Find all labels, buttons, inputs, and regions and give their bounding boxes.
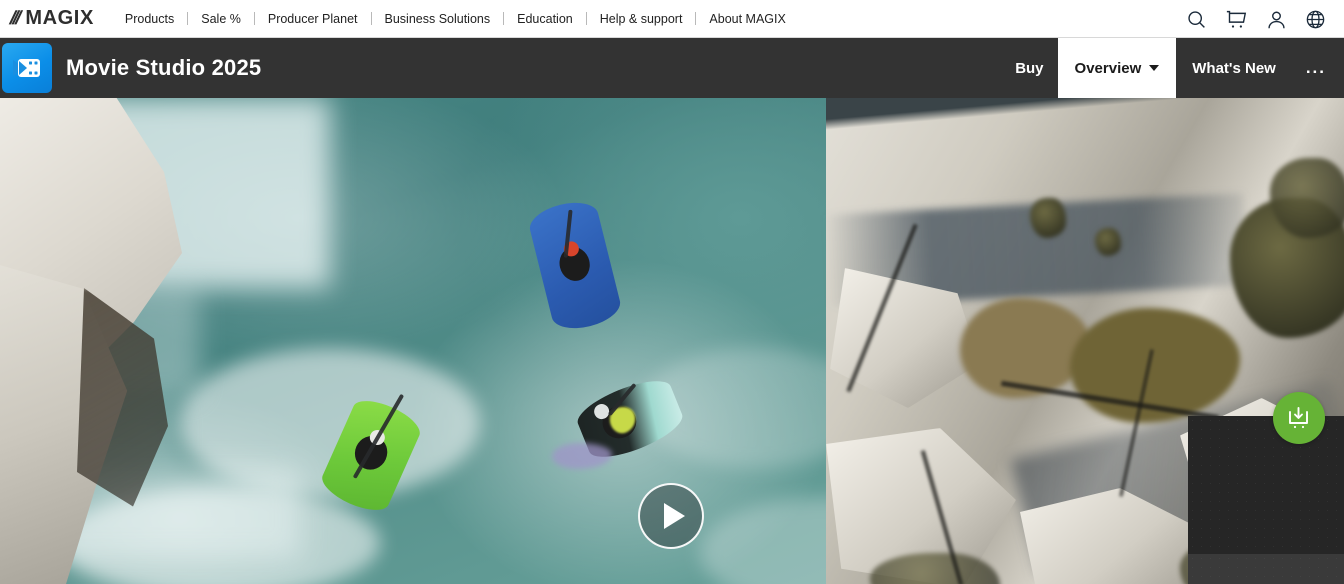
top-utility-bar: /// MAGIX Products Sale % Producer Plane… xyxy=(0,0,1344,38)
buy-button[interactable]: Buy xyxy=(999,38,1057,98)
product-header-bar: Movie Studio 2025 Buy Overview What's Ne… xyxy=(0,38,1344,98)
tab-overview-label: Overview xyxy=(1074,59,1142,77)
search-icon[interactable] xyxy=(1186,9,1207,30)
logo-wordmark: MAGIX xyxy=(25,7,94,29)
nav-item-education[interactable]: Education xyxy=(504,0,586,38)
floating-add-to-cart-button[interactable] xyxy=(1273,392,1325,444)
nav-item-products[interactable]: Products xyxy=(112,0,187,38)
vegetation xyxy=(1030,198,1066,238)
magix-logo[interactable]: /// MAGIX xyxy=(7,0,94,38)
cart-icon[interactable] xyxy=(1225,9,1248,30)
primary-navigation: Products Sale % Producer Planet Business… xyxy=(112,0,799,38)
chat-widget-footer xyxy=(1188,554,1344,584)
nav-item-about-magix[interactable]: About MAGIX xyxy=(696,0,798,38)
nav-item-producer-planet[interactable]: Producer Planet xyxy=(255,0,371,38)
hero-video-frame xyxy=(0,98,1344,584)
nav-item-sale[interactable]: Sale % xyxy=(188,0,254,38)
tab-whats-new[interactable]: What's New xyxy=(1176,38,1292,98)
page-title: Movie Studio 2025 xyxy=(66,55,262,80)
vegetation xyxy=(1270,158,1344,238)
chevron-down-icon xyxy=(1149,65,1160,71)
top-icon-group xyxy=(1186,0,1336,38)
user-icon[interactable] xyxy=(1266,9,1287,30)
vegetation xyxy=(1095,228,1121,256)
globe-icon[interactable] xyxy=(1305,9,1326,30)
logo-slashes-icon: /// xyxy=(7,7,22,29)
play-button[interactable] xyxy=(638,483,704,549)
hero-video-banner[interactable] xyxy=(0,98,1344,584)
movie-studio-app-icon[interactable] xyxy=(2,43,52,93)
nav-item-business-solutions[interactable]: Business Solutions xyxy=(372,0,504,38)
play-triangle-icon xyxy=(663,503,685,529)
nav-item-help-support[interactable]: Help & support xyxy=(587,0,696,38)
product-navigation: Buy Overview What's New ... xyxy=(999,38,1344,98)
tab-overview[interactable]: Overview xyxy=(1057,38,1177,98)
more-menu-button[interactable]: ... xyxy=(1292,38,1344,98)
chat-widget-panel[interactable] xyxy=(1188,416,1344,584)
